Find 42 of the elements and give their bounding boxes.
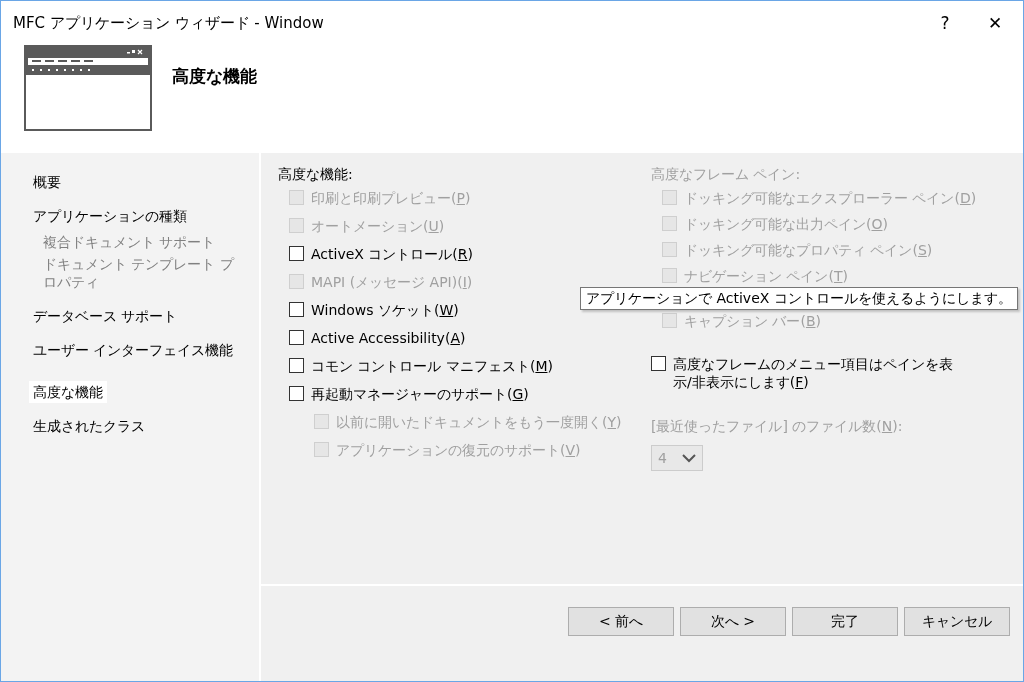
wizard-button[interactable]: 次へ > — [680, 607, 786, 636]
checkbox-label: ActiveX コントロール(R) — [311, 245, 473, 263]
group-label: 高度な機能: — [278, 165, 354, 183]
checkbox[interactable] — [289, 330, 304, 345]
checkbox-label: アプリケーションの復元のサポート(V) — [336, 441, 581, 459]
checkbox-label: Windows ソケット(W) — [311, 301, 459, 319]
checkbox[interactable] — [289, 246, 304, 261]
checkbox[interactable] — [289, 358, 304, 373]
checkbox[interactable] — [651, 356, 666, 371]
sidebar-item[interactable]: ユーザー インターフェイス機能 — [29, 339, 238, 361]
checkbox-label: ドッキング可能なプロパティ ペイン(S) — [684, 241, 933, 259]
checkbox-label: ドッキング可能なエクスプローラー ペイン(D) — [684, 189, 977, 207]
checkbox-label: コモン コントロール マニフェスト(M) — [311, 357, 553, 375]
checkbox-label: MAPI (メッセージ API)(I) — [311, 273, 473, 291]
help-button[interactable]: ? — [923, 5, 967, 41]
sidebar-item[interactable]: アプリケーションの種類 — [29, 205, 191, 227]
checkbox-label: 印刷と印刷プレビュー(P) — [311, 189, 471, 207]
checkbox-label: ドッキング可能な出力ペイン(O) — [684, 215, 888, 233]
window-icon — [24, 45, 152, 131]
wizard-button[interactable]: キャンセル — [904, 607, 1010, 636]
close-button[interactable]: ✕ — [973, 5, 1017, 41]
tooltip: アプリケーションで ActiveX コントロールを使えるようにします。 — [580, 287, 1018, 310]
sidebar-item[interactable]: 生成されたクラス — [29, 415, 149, 437]
checkbox-label: 再起動マネージャーのサポート(G) — [311, 385, 529, 403]
checkbox-label: オートメーション(U) — [311, 217, 445, 235]
chevron-down-icon — [682, 453, 696, 463]
sidebar-item[interactable]: データベース サポート — [29, 305, 182, 327]
checkbox-label: キャプション バー(B) — [684, 312, 821, 330]
checkbox[interactable] — [289, 386, 304, 401]
checkbox-label: Active Accessibility(A) — [311, 329, 466, 347]
field-label: [最近使ったファイル] のファイル数(N): — [651, 417, 904, 435]
checkbox-label: ナビゲーション ペイン(T) — [684, 267, 848, 285]
group-label: 高度なフレーム ペイン: — [651, 165, 802, 183]
page-heading: 高度な機能 — [172, 65, 257, 88]
checkbox-label: 以前に開いたドキュメントをもう一度開く(Y) — [336, 413, 622, 431]
wizard-button[interactable]: < 前へ — [568, 607, 674, 636]
checkbox-label: 高度なフレームのメニュー項目はペインを表示/非表示にします(F) — [673, 355, 954, 391]
wizard-button[interactable]: 完了 — [792, 607, 898, 636]
window-title: MFC アプリケーション ウィザード - Window — [13, 13, 325, 33]
sidebar-item[interactable]: 高度な機能 — [29, 381, 107, 403]
checkbox[interactable] — [289, 302, 304, 317]
sidebar-item[interactable]: 概要 — [29, 171, 65, 193]
